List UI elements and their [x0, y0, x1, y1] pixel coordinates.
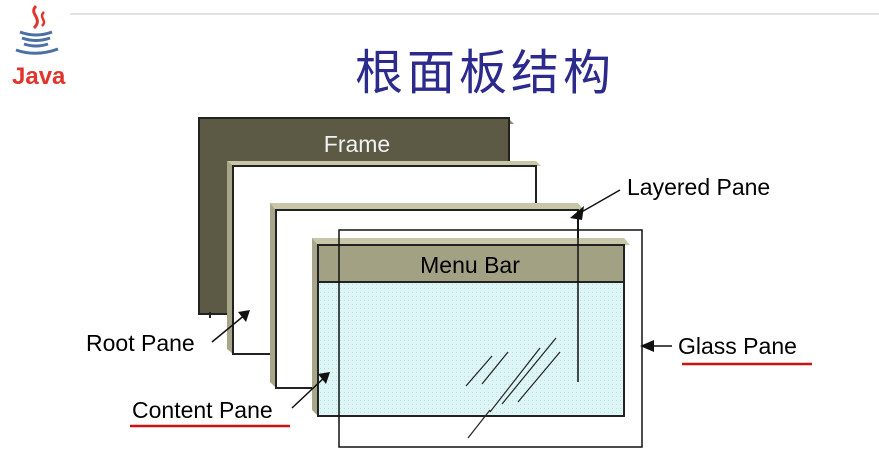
content-pane-layer: Menu Bar: [312, 238, 630, 417]
content-pane-label: Content Pane: [132, 397, 273, 423]
menu-bar-label: Menu Bar: [420, 252, 520, 278]
layered-pane-label: Layered Pane: [627, 174, 770, 200]
root-pane-label: Root Pane: [86, 330, 195, 356]
frame-label: Frame: [324, 131, 390, 157]
root-pane-diagram: Frame Menu Bar Layered Pane Root Pane Co…: [86, 117, 812, 448]
glass-pane-label: Glass Pane: [678, 333, 797, 359]
root-pane-callout: Root Pane: [86, 310, 250, 356]
glass-pane-callout: Glass Pane: [640, 333, 812, 366]
